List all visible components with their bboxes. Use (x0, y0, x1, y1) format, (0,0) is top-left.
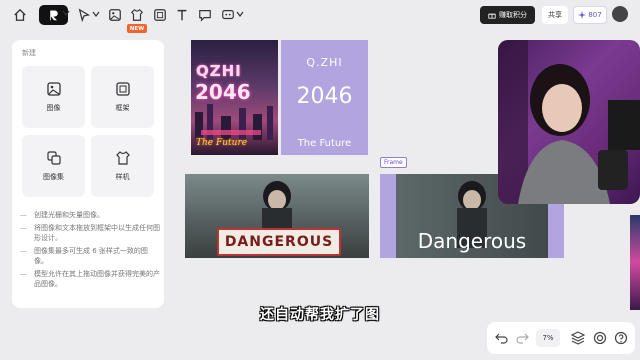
gift-icon (488, 13, 496, 19)
list-item: — 图像集最多可生成 6 张样式一致的图像。 (20, 247, 148, 265)
poster-tagline: The Future (196, 138, 248, 148)
top-toolbar: NEW 赚取积分 共享 807 (0, 0, 640, 33)
text-card-qzhi[interactable]: Q.ZHI 2046 The Future (281, 40, 368, 155)
tile-mockup[interactable]: 样机 (91, 135, 154, 197)
tile-label: 图像 (46, 104, 61, 112)
plugin-tool-icon[interactable] (219, 6, 237, 24)
frame-icon (115, 82, 130, 96)
dangerous-sign-image[interactable]: DANGEROUS (185, 174, 369, 258)
help-center-icon[interactable] (593, 331, 607, 345)
presenter-photo (498, 40, 640, 204)
list-item: — 模型允许在其上拖动图像并获得完美的产品图像。 (20, 270, 160, 288)
earn-credits-button[interactable]: 赚取积分 (480, 6, 535, 24)
question-icon[interactable] (614, 331, 628, 345)
select-cursor-icon[interactable] (75, 6, 93, 24)
offscreen-image-edge[interactable] (630, 215, 640, 310)
video-subtitle: 还自动帮我扩了图 (260, 307, 380, 323)
card-year: 2046 (296, 84, 353, 109)
comment-tool-icon[interactable] (196, 6, 214, 24)
panel-title: 新建 (22, 49, 36, 57)
tile-frame[interactable]: 框架 (91, 66, 154, 128)
poster-title: QZHI (196, 62, 242, 80)
tips-list: — 创建光栅和矢量图像。 — 将图像和文本拖放到框架中以生成任何图形设计。 — 图像集… (20, 210, 160, 292)
undo-icon[interactable] (495, 331, 509, 345)
poster-image-qzhi[interactable]: QZHI 2046 The Future (191, 40, 278, 155)
bottom-toolbar (487, 322, 635, 354)
earn-credits-label: 赚取积分 (499, 11, 527, 19)
mockup-tool-icon[interactable] (128, 6, 146, 24)
dangerous-sign-text: DANGEROUS (217, 228, 341, 256)
image-tool-icon[interactable] (106, 6, 124, 24)
tile-label: 框架 (115, 104, 130, 112)
chevron-down-icon[interactable] (92, 10, 100, 18)
tile-label: 图像集 (43, 173, 64, 181)
new-panel: 新建 图像 框架 图像集 样机 — 创建光栅和矢量图像。 — 将图像和文本拖放到框架… (12, 40, 164, 308)
image-set-icon (46, 151, 61, 165)
mockup-tshirt-icon (115, 151, 130, 165)
user-avatar[interactable] (612, 6, 628, 22)
tile-image[interactable]: 图像 (22, 66, 85, 128)
zoom-level[interactable]: 7% (536, 329, 560, 347)
poster-year: 2046 (195, 80, 251, 104)
frame-tool-icon[interactable] (151, 6, 169, 24)
sparkle-icon (578, 11, 587, 19)
redo-icon[interactable] (515, 331, 529, 345)
image-icon (46, 82, 61, 96)
credits-value: 807 (588, 11, 602, 19)
card-tagline: The Future (297, 138, 352, 149)
chevron-down-icon[interactable] (236, 10, 244, 18)
share-button[interactable]: 共享 (542, 6, 568, 24)
frame-tag[interactable]: Frame (380, 157, 407, 168)
new-badge: NEW (127, 24, 147, 33)
text-tool-icon[interactable] (173, 6, 191, 24)
credits-button[interactable]: 807 (573, 6, 607, 24)
home-icon[interactable] (11, 6, 29, 24)
tile-image-set[interactable]: 图像集 (22, 135, 85, 197)
layers-icon[interactable] (571, 331, 585, 345)
list-item: — 创建光栅和矢量图像。 (20, 211, 104, 219)
card-title: Q.ZHI (306, 56, 343, 69)
city-skyline-art (195, 104, 273, 140)
chevron-down-icon[interactable] (62, 9, 70, 17)
webcam-overlay (498, 40, 640, 204)
tile-label: 样机 (115, 173, 130, 181)
list-item: — 将图像和文本拖放到框架中以生成任何图形设计。 (20, 224, 160, 242)
frame-text: Dangerous (417, 229, 527, 253)
